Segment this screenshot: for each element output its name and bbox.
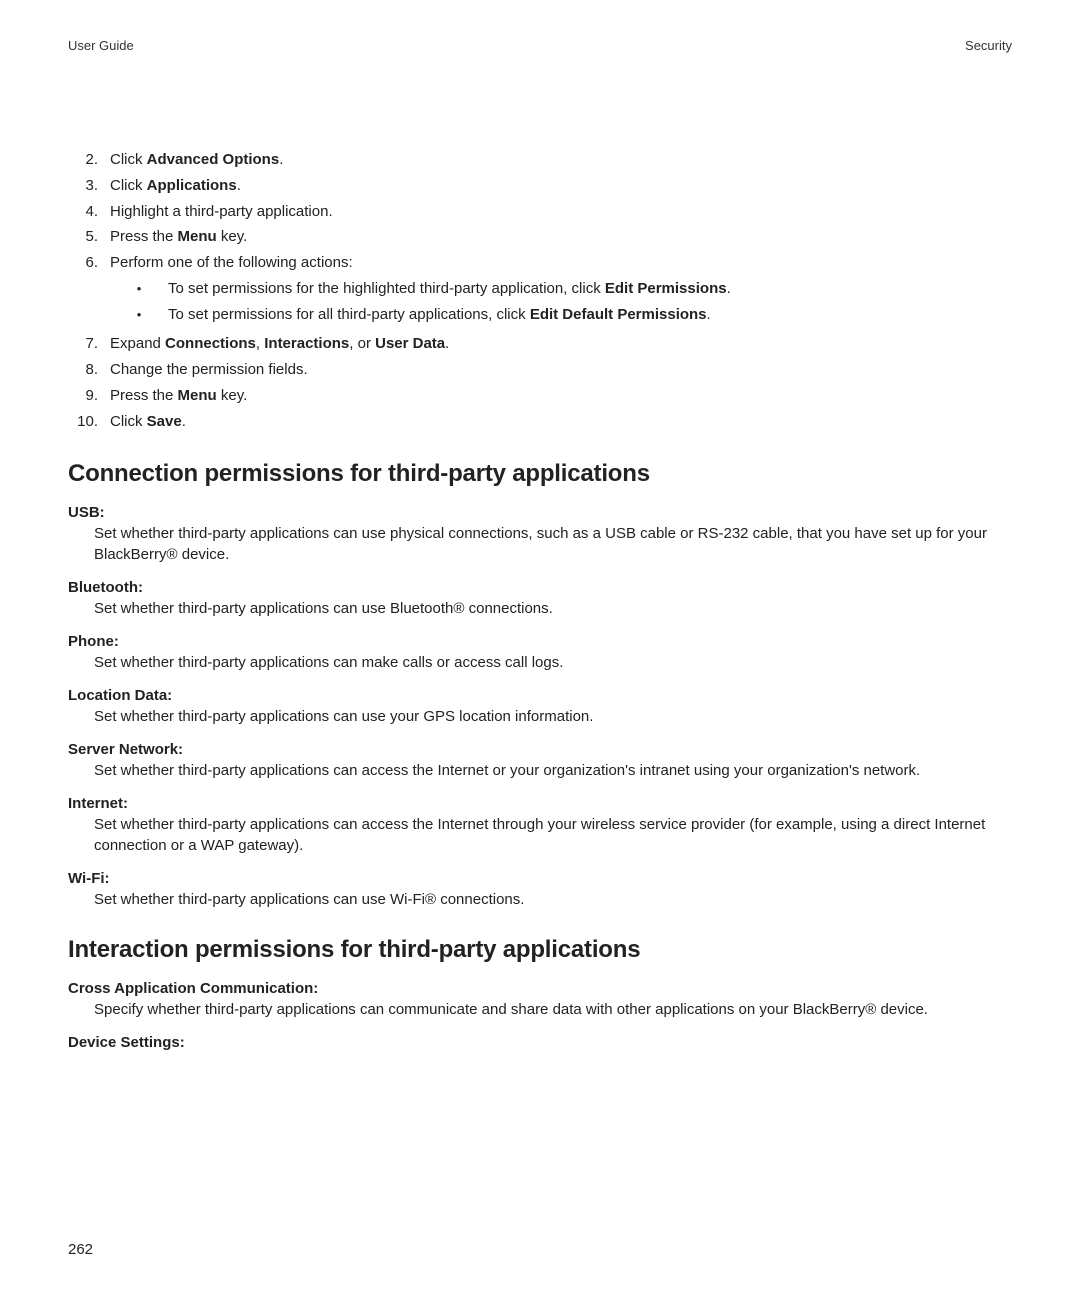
definition-cross-app: Cross Application Communication: Specify… (68, 980, 1012, 1020)
step-text: Click Save. (110, 411, 186, 433)
bullet-icon: • (110, 304, 168, 325)
definition-phone: Phone: Set whether third-party applicati… (68, 633, 1012, 673)
step-text: Press the Menu key. (110, 226, 247, 248)
step-text: Expand Connections, Interactions, or Use… (110, 333, 449, 355)
definition-usb: USB: Set whether third-party application… (68, 504, 1012, 565)
definition-desc: Set whether third-party applications can… (94, 523, 1012, 565)
step-text: Click Applications. (110, 175, 241, 197)
definition-desc: Specify whether third-party applications… (94, 999, 1012, 1020)
definition-desc: Set whether third-party applications can… (94, 598, 1012, 619)
step-number: 10. (68, 411, 98, 433)
definition-term: Server Network: (68, 741, 1012, 758)
step-item: 7. Expand Connections, Interactions, or … (68, 333, 1012, 355)
definition-desc: Set whether third-party applications can… (94, 889, 1012, 910)
definition-bluetooth: Bluetooth: Set whether third-party appli… (68, 579, 1012, 619)
page-number: 262 (68, 1241, 93, 1258)
step-item: 5. Press the Menu key. (68, 226, 1012, 248)
step-text: Press the Menu key. (110, 385, 247, 407)
procedure-steps: 2. Click Advanced Options. 3. Click Appl… (68, 149, 1012, 432)
definition-desc: Set whether third-party applications can… (94, 652, 1012, 673)
step-item: 6. Perform one of the following actions:… (68, 252, 1012, 329)
step-item: 8. Change the permission fields. (68, 359, 1012, 381)
definition-term: Cross Application Communication: (68, 980, 1012, 997)
section-heading-connection: Connection permissions for third-party a… (68, 460, 1012, 488)
definition-term: Bluetooth: (68, 579, 1012, 596)
step-body: Perform one of the following actions: • … (110, 252, 731, 329)
definition-desc: Set whether third-party applications can… (94, 814, 1012, 856)
step-text: Click Advanced Options. (110, 149, 283, 171)
step-number: 2. (68, 149, 98, 171)
step-number: 7. (68, 333, 98, 355)
step-text: Change the permission fields. (110, 359, 308, 381)
step-number: 5. (68, 226, 98, 248)
sub-step-text: To set permissions for the highlighted t… (168, 278, 731, 300)
definition-term: Internet: (68, 795, 1012, 812)
definition-device-settings: Device Settings: (68, 1034, 1012, 1051)
sub-step-item: • To set permissions for the highlighted… (110, 278, 731, 300)
header-right: Security (965, 38, 1012, 53)
bullet-icon: • (110, 278, 168, 299)
document-page: User Guide Security 2. Click Advanced Op… (0, 0, 1080, 1296)
section-heading-interaction: Interaction permissions for third-party … (68, 936, 1012, 964)
definition-term: Wi-Fi: (68, 870, 1012, 887)
step-number: 6. (68, 252, 98, 274)
step-item: 3. Click Applications. (68, 175, 1012, 197)
step-number: 3. (68, 175, 98, 197)
definition-internet: Internet: Set whether third-party applic… (68, 795, 1012, 856)
definition-term: Phone: (68, 633, 1012, 650)
step-text: Perform one of the following actions: (110, 254, 353, 271)
step-text: Highlight a third-party application. (110, 201, 333, 223)
definition-desc: Set whether third-party applications can… (94, 760, 1012, 781)
running-header: User Guide Security (68, 38, 1012, 53)
step-item: 4. Highlight a third-party application. (68, 201, 1012, 223)
definition-location: Location Data: Set whether third-party a… (68, 687, 1012, 727)
definition-term: Device Settings: (68, 1034, 1012, 1051)
sub-step-item: • To set permissions for all third-party… (110, 304, 731, 326)
step-number: 4. (68, 201, 98, 223)
step-item: 10. Click Save. (68, 411, 1012, 433)
header-left: User Guide (68, 38, 134, 53)
step-item: 2. Click Advanced Options. (68, 149, 1012, 171)
step-number: 8. (68, 359, 98, 381)
step-number: 9. (68, 385, 98, 407)
definition-wifi: Wi-Fi: Set whether third-party applicati… (68, 870, 1012, 910)
definition-server-network: Server Network: Set whether third-party … (68, 741, 1012, 781)
sub-steps: • To set permissions for the highlighted… (110, 278, 731, 326)
step-item: 9. Press the Menu key. (68, 385, 1012, 407)
definition-term: Location Data: (68, 687, 1012, 704)
definition-term: USB: (68, 504, 1012, 521)
sub-step-text: To set permissions for all third-party a… (168, 304, 711, 326)
definition-desc: Set whether third-party applications can… (94, 706, 1012, 727)
